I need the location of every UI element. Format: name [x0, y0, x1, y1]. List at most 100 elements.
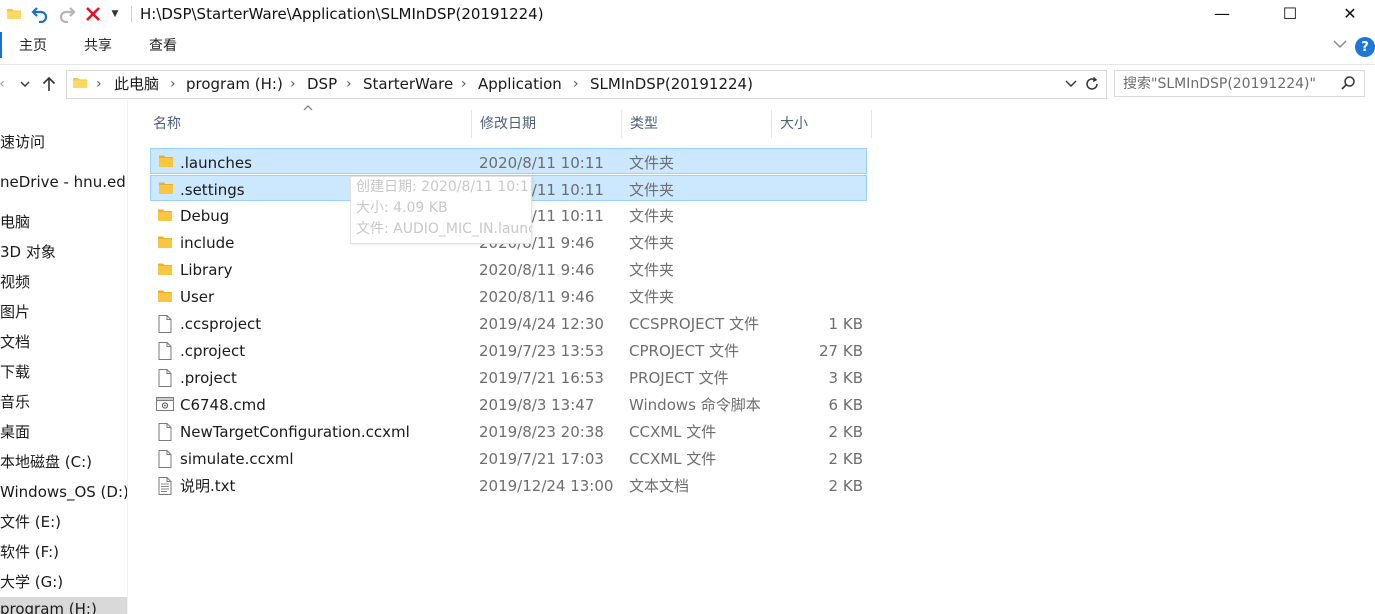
sidebar-item-drive-e[interactable]: 文件 (E:) [0, 510, 61, 534]
file-type: 文件夹 [629, 288, 675, 306]
sidebar-item-drive-c[interactable]: 本地磁盘 (C:) [0, 450, 92, 474]
help-button[interactable]: ? [1355, 37, 1375, 57]
breadcrumb-starterware[interactable]: StarterWare [363, 74, 453, 94]
window-title: H:\DSP\StarterWare\Application\SLMInDSP(… [140, 5, 544, 23]
up-arrow-icon[interactable] [40, 74, 58, 94]
file-row-cproject[interactable]: .cproject 2019/7/23 13:53 CPROJECT 文件 27… [150, 337, 867, 363]
undo-icon[interactable] [30, 4, 50, 24]
file-type: Windows 命令脚本 [629, 396, 761, 414]
file-name: C6748.cmd [180, 396, 266, 414]
sidebar-item-drive-d[interactable]: Windows_OS (D:) [0, 480, 127, 504]
file-date: 2019/8/3 13:47 [479, 396, 595, 414]
file-type: PROJECT 文件 [629, 369, 729, 387]
breadcrumb-separator-icon[interactable]: › [573, 74, 579, 94]
breadcrumb-dsp[interactable]: DSP [307, 74, 337, 94]
file-type: 文本文档 [629, 477, 690, 495]
file-date: 2019/12/24 13:00 [479, 477, 614, 495]
file-date: 2019/7/21 17:03 [479, 450, 604, 468]
breadcrumb-separator-icon[interactable]: › [461, 74, 467, 94]
pane-divider[interactable] [127, 100, 128, 614]
file-size: 2 KB [828, 423, 863, 441]
file-row-newtargetconfiguration[interactable]: NewTargetConfiguration.ccxml 2019/8/23 2… [150, 418, 867, 444]
folder-icon [157, 261, 173, 277]
sidebar-item-onedrive[interactable]: neDrive - hnu.edu [0, 170, 127, 194]
sidebar-item-3d-objects[interactable]: 3D 对象 [0, 240, 56, 264]
sidebar-item-drive-h[interactable]: program (H:) [0, 597, 127, 614]
file-icon [157, 423, 173, 441]
file-date: 2019/7/23 13:53 [479, 342, 604, 360]
column-header-type[interactable]: 类型 [622, 112, 771, 138]
text-file-icon [157, 477, 173, 495]
sidebar-item-documents[interactable]: 文档 [0, 330, 30, 354]
sidebar-item-pictures[interactable]: 图片 [0, 300, 30, 324]
file-row-simulate[interactable]: simulate.ccxml 2019/7/21 17:03 CCXML 文件 … [150, 445, 867, 471]
file-row-launches[interactable]: .launches 2020/8/11 10:11 文件夹 [150, 148, 867, 174]
breadcrumb-application[interactable]: Application [478, 74, 562, 94]
file-name: .project [180, 369, 237, 387]
back-arrow-icon[interactable]: ‹ [0, 74, 8, 94]
file-date: 2020/8/11 10:11 [479, 154, 604, 172]
sidebar-item-downloads[interactable]: 下载 [0, 360, 30, 384]
sidebar-item-music[interactable]: 音乐 [0, 390, 30, 414]
folder-icon [157, 234, 173, 250]
folder-icon [158, 180, 174, 196]
maximize-button[interactable]: ☐ [1267, 0, 1313, 26]
file-type: 文件夹 [629, 207, 675, 225]
expand-ribbon-chevron-icon[interactable] [1333, 38, 1347, 52]
redo-icon[interactable] [57, 4, 77, 24]
tab-view[interactable]: 查看 [149, 37, 177, 55]
sidebar-item-drive-g[interactable]: 大学 (G:) [0, 570, 63, 594]
sidebar-item-quick-access[interactable]: 速访问 [0, 130, 45, 154]
tooltip-size: 大小: 4.09 KB [356, 200, 448, 216]
sidebar-item-this-pc[interactable]: 电脑 [0, 210, 30, 234]
file-size: 1 KB [828, 315, 863, 333]
title-divider [131, 6, 132, 22]
close-button[interactable]: ✕ [1327, 0, 1373, 26]
file-row-project[interactable]: .project 2019/7/21 16:53 PROJECT 文件 3 KB [150, 364, 867, 390]
breadcrumb-this-pc[interactable]: 此电脑 [114, 74, 159, 94]
file-date: 2019/7/21 16:53 [479, 369, 604, 387]
sidebar-item-videos[interactable]: 视频 [0, 270, 30, 294]
column-header-date[interactable]: 修改日期 [472, 112, 621, 138]
breadcrumb-current-folder[interactable]: SLMInDSP(20191224) [590, 74, 753, 94]
folder-icon[interactable] [4, 4, 24, 24]
search-icon[interactable] [1340, 75, 1356, 95]
breadcrumb-program-drive[interactable]: program (H:) [186, 74, 283, 94]
tab-share[interactable]: 共享 [84, 37, 112, 55]
cmd-script-icon [156, 396, 174, 412]
file-type: CPROJECT 文件 [629, 342, 740, 360]
delete-icon[interactable] [83, 4, 103, 24]
customize-toolbar-chevron-icon[interactable]: ▼ [108, 4, 122, 24]
file-row-readme-txt[interactable]: 说明.txt 2019/12/24 13:00 文本文档 2 KB [150, 472, 867, 498]
minimize-button[interactable]: — [1199, 0, 1245, 26]
file-tab-edge[interactable] [0, 32, 2, 58]
recent-locations-chevron-icon[interactable] [18, 74, 32, 94]
sidebar-item-desktop[interactable]: 桌面 [0, 420, 30, 444]
file-name: NewTargetConfiguration.ccxml [180, 423, 410, 441]
file-row-ccsproject[interactable]: .ccsproject 2019/4/24 12:30 CCSPROJECT 文… [150, 310, 867, 336]
tab-home[interactable]: 主页 [19, 37, 47, 55]
search-box[interactable] [1114, 70, 1365, 97]
column-header-size[interactable]: 大小 [772, 112, 871, 138]
file-name: simulate.ccxml [180, 450, 294, 468]
column-header-name[interactable]: 名称 [145, 112, 471, 138]
file-name: 说明.txt [180, 477, 236, 495]
file-row-user[interactable]: User 2020/8/11 9:46 文件夹 [150, 283, 867, 309]
breadcrumb-separator-icon[interactable]: › [96, 74, 102, 94]
breadcrumb-separator-icon[interactable]: › [170, 74, 176, 94]
search-input[interactable] [1115, 71, 1328, 96]
file-name: include [180, 234, 235, 252]
folder-icon [158, 153, 174, 169]
sidebar-item-drive-f[interactable]: 软件 (F:) [0, 540, 59, 564]
file-row-c6748-cmd[interactable]: C6748.cmd 2019/8/3 13:47 Windows 命令脚本 6 … [150, 391, 867, 417]
breadcrumb-separator-icon[interactable]: › [346, 74, 352, 94]
refresh-icon[interactable] [1083, 74, 1101, 94]
file-size: 3 KB [828, 369, 863, 387]
column-separator[interactable] [871, 110, 872, 138]
address-history-chevron-icon[interactable] [1063, 74, 1079, 94]
file-name: User [180, 288, 215, 306]
navigation-pane[interactable]: 速访问 neDrive - hnu.edu 电脑 3D 对象 视频 图片 文档 … [0, 108, 127, 614]
file-icon [157, 450, 173, 468]
file-row-library[interactable]: Library 2020/8/11 9:46 文件夹 [150, 256, 867, 282]
breadcrumb-separator-icon[interactable]: › [290, 74, 296, 94]
